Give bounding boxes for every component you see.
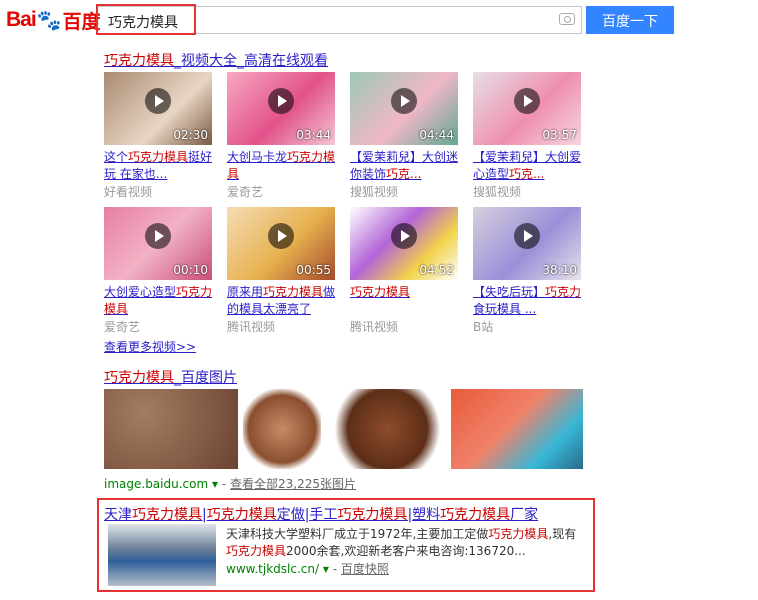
- dropdown-arrow-icon[interactable]: ▾: [212, 477, 218, 491]
- video-thumbnail[interactable]: 02:30: [104, 72, 212, 145]
- image-thumbnail[interactable]: [243, 389, 321, 469]
- video-source: 好看视频: [104, 185, 153, 199]
- image-source-line: image.baidu.com ▾ - 查看全部23,225张图片: [104, 477, 357, 491]
- video-source: 腾讯视频: [350, 320, 399, 334]
- video-title[interactable]: 这个巧克力模具挺好玩 在家也...: [104, 149, 216, 183]
- play-icon: [145, 88, 171, 115]
- ad-url[interactable]: www.tjkdslc.cn/: [226, 562, 319, 576]
- image-thumbnail[interactable]: [451, 389, 583, 469]
- video-source: 爱奇艺: [227, 185, 264, 199]
- video-thumbnail[interactable]: 00:10: [104, 207, 212, 280]
- baidu-logo[interactable]: Bai 🐾 百度: [6, 7, 101, 33]
- dropdown-arrow-icon[interactable]: ▾: [323, 562, 329, 576]
- more-videos-link[interactable]: 查看更多视频>>: [104, 338, 196, 355]
- video-thumbnail[interactable]: 04:44: [350, 72, 458, 145]
- video-source: 腾讯视频: [227, 320, 276, 334]
- query-highlight-box: [96, 4, 196, 35]
- play-icon: [514, 88, 540, 115]
- view-all-images-link[interactable]: 查看全部23,225张图片: [230, 477, 356, 491]
- image-thumbnail[interactable]: [104, 389, 238, 469]
- video-title[interactable]: 【爱茉莉兒】大创迷你装饰巧克...: [350, 149, 462, 183]
- video-thumbnail[interactable]: 00:55: [227, 207, 335, 280]
- play-icon: [145, 223, 171, 250]
- video-duration: 04:44: [419, 128, 454, 142]
- video-duration: 00:55: [296, 263, 331, 277]
- play-icon: [391, 223, 417, 250]
- video-duration: 04:52: [419, 263, 454, 277]
- video-source: 搜狐视频: [350, 185, 399, 199]
- image-source-domain: image.baidu.com: [104, 477, 209, 491]
- video-thumbnail[interactable]: 04:52: [350, 207, 458, 280]
- video-source: 搜狐视频: [473, 185, 522, 199]
- video-section-title[interactable]: 巧克力模具_视频大全_高清在线观看: [104, 50, 328, 70]
- ad-url-line: www.tjkdslc.cn/ ▾ - 百度快照: [226, 562, 389, 576]
- video-duration: 03:44: [296, 128, 331, 142]
- video-duration: 00:10: [173, 263, 208, 277]
- video-title[interactable]: 【失吃后玩】巧克力食玩模具 ...: [473, 284, 585, 318]
- snapshot-link[interactable]: 百度快照: [341, 562, 389, 576]
- camera-icon[interactable]: [559, 13, 575, 25]
- video-source: B站: [473, 320, 494, 334]
- image-section-title[interactable]: 巧克力模具_百度图片: [104, 367, 237, 387]
- logo-du-text: 百度: [62, 10, 101, 33]
- video-duration: 38:10: [542, 263, 577, 277]
- ad-title-link[interactable]: 天津巧克力模具|巧克力模具定做|手工巧克力模具|塑料巧克力模具厂家: [104, 504, 538, 524]
- video-title[interactable]: 大创爱心造型巧克力模具: [104, 284, 216, 318]
- video-duration: 03:57: [542, 128, 577, 142]
- video-title[interactable]: 大创马卡龙巧克力模具: [227, 149, 339, 183]
- video-thumbnail[interactable]: 38:10: [473, 207, 581, 280]
- video-duration: 02:30: [173, 128, 208, 142]
- video-thumbnail[interactable]: 03:57: [473, 72, 581, 145]
- play-icon: [514, 223, 540, 250]
- search-button[interactable]: 百度一下: [586, 6, 674, 34]
- play-icon: [391, 88, 417, 115]
- image-thumbnail[interactable]: [335, 389, 440, 469]
- video-title[interactable]: 巧克力模具: [350, 284, 462, 301]
- ad-description: 天津科技大学塑料厂成立于1972年,主要加工定做巧克力模具,现有巧克力模具200…: [226, 527, 577, 558]
- logo-bai-text: Bai: [6, 8, 37, 31]
- video-title[interactable]: 【爱茉莉兒】大创爱心造型巧克...: [473, 149, 585, 183]
- video-source: 爱奇艺: [104, 320, 141, 334]
- play-icon: [268, 223, 294, 250]
- ad-image[interactable]: [108, 524, 216, 586]
- play-icon: [268, 88, 294, 115]
- video-title[interactable]: 原来用巧克力模具做的模具太漂亮了: [227, 284, 339, 318]
- video-thumbnail[interactable]: 03:44: [227, 72, 335, 145]
- paw-icon: 🐾: [36, 8, 62, 32]
